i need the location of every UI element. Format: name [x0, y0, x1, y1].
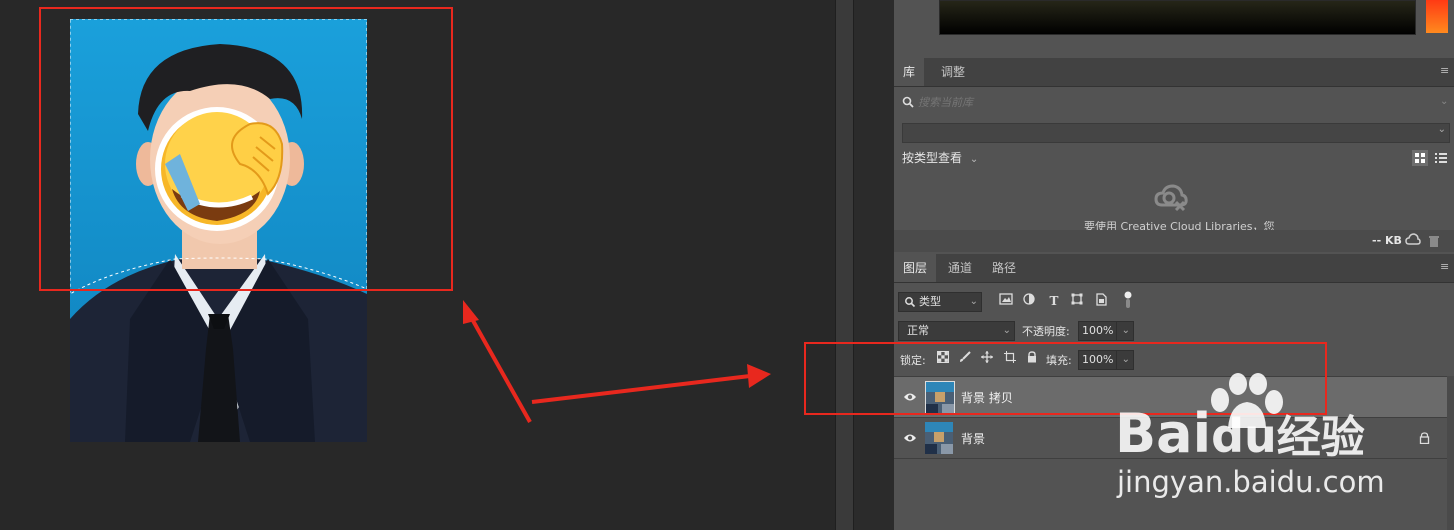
- filter-kind-label: 类型: [919, 295, 941, 308]
- grid-view-icon[interactable]: [1412, 150, 1428, 166]
- color-panel: [894, 0, 1454, 56]
- panel-menu-icon[interactable]: ≡: [1440, 261, 1450, 272]
- smart-object-filter-icon[interactable]: [1093, 293, 1109, 309]
- trash-icon[interactable]: [1428, 234, 1440, 247]
- search-icon: [902, 96, 915, 109]
- cc-message-clip: 要使用 Creative Cloud Libraries，您: [894, 221, 1454, 230]
- library-tabbar: 库 调整 ≡: [894, 58, 1454, 87]
- library-footer: -- KB: [894, 230, 1454, 252]
- cloud-sync-icon[interactable]: [1405, 233, 1421, 247]
- icon-dock-strip[interactable]: [853, 0, 895, 530]
- blend-mode-value: 正常: [907, 324, 929, 337]
- image-filter-icon[interactable]: [998, 293, 1014, 309]
- cloud-offline-icon: [1154, 183, 1188, 213]
- chevron-down-icon: ⌄: [1002, 325, 1011, 336]
- opacity-dropdown[interactable]: ⌄: [1116, 321, 1134, 341]
- chevron-down-icon: ⌄: [969, 296, 978, 307]
- eye-icon[interactable]: [903, 432, 917, 444]
- annotation-arrows: [463, 300, 771, 423]
- tab-layers[interactable]: 图层: [894, 254, 937, 282]
- annotation-box-canvas: [39, 7, 453, 291]
- tab-adjustments[interactable]: 调整: [932, 58, 974, 86]
- watermark-url: jingyan.baidu.com: [1117, 465, 1385, 499]
- library-search-input[interactable]: [918, 94, 1438, 110]
- tab-paths[interactable]: 路径: [983, 254, 1025, 282]
- color-spectrum[interactable]: [939, 0, 1416, 35]
- layer-name[interactable]: 背景: [961, 430, 985, 447]
- chevron-down-icon: ⌄: [1121, 325, 1130, 336]
- library-select[interactable]: ⌄: [902, 123, 1450, 143]
- paw-logo-icon: [1200, 372, 1288, 430]
- opacity-label: 不透明度:: [1022, 325, 1070, 338]
- cc-message: 要使用 Creative Cloud Libraries，您: [1084, 221, 1275, 230]
- search-icon: [904, 296, 916, 308]
- chevron-down-icon: ⌄: [969, 154, 979, 165]
- layer-thumbnail: [925, 422, 953, 454]
- library-size: -- KB: [1372, 234, 1402, 247]
- view-by-type-dropdown[interactable]: 按类型查看 ⌄: [902, 150, 978, 166]
- opacity-value: 100%: [1082, 324, 1114, 337]
- tab-channels[interactable]: 通道: [939, 254, 981, 282]
- view-by-type-label: 按类型查看: [902, 151, 963, 165]
- blend-mode-select[interactable]: 正常 ⌄: [898, 321, 1015, 341]
- adjustment-filter-icon[interactable]: [1021, 293, 1037, 309]
- filter-toggle-switch[interactable]: [1120, 291, 1136, 308]
- shape-filter-icon[interactable]: [1069, 293, 1085, 309]
- watermark-bai: Bai: [1115, 402, 1212, 465]
- opacity-input[interactable]: 100%: [1078, 321, 1117, 341]
- hue-slider[interactable]: [1426, 0, 1448, 33]
- chevron-down-icon: ⌄: [1437, 124, 1446, 135]
- layers-tabbar: 图层 通道 路径 ≡: [894, 254, 1454, 283]
- watermark-jingyan: 经验: [1276, 412, 1365, 463]
- tab-library[interactable]: 库: [894, 58, 925, 86]
- panel-menu-icon[interactable]: ≡: [1440, 65, 1450, 76]
- lock-icon: [1419, 432, 1430, 445]
- type-filter-icon[interactable]: T: [1046, 293, 1062, 309]
- list-view-icon[interactable]: [1433, 150, 1449, 166]
- chevron-down-icon[interactable]: ⌄: [1440, 96, 1448, 107]
- layers-scrollbar[interactable]: [1447, 376, 1454, 530]
- panel-collapse-strip[interactable]: [835, 0, 854, 530]
- layer-filter-select[interactable]: 类型 ⌄: [898, 292, 982, 312]
